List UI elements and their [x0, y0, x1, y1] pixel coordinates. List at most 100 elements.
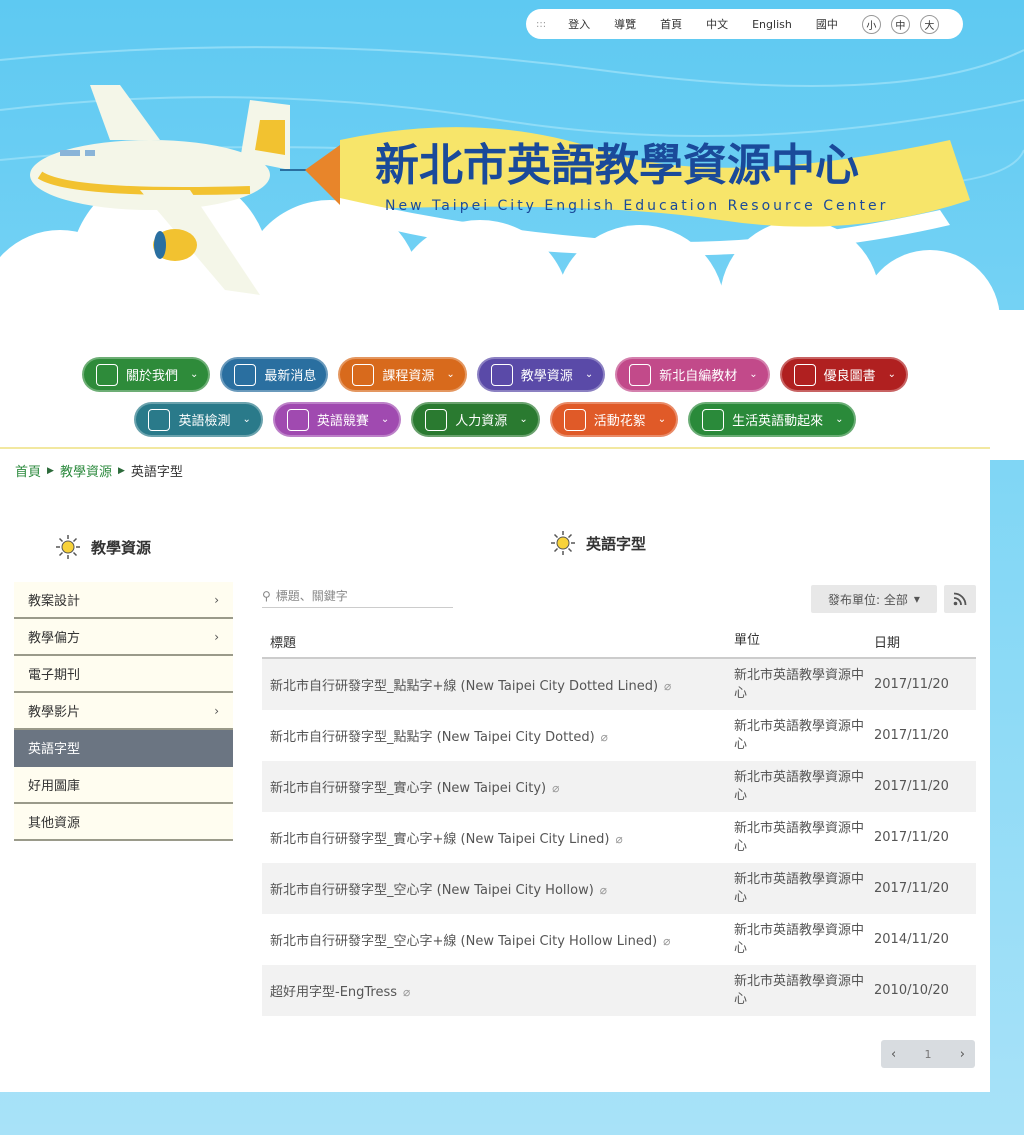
sidebar-item-image-library[interactable]: 好用圖庫 — [14, 767, 233, 804]
paperclip-icon: ⌀ — [403, 985, 411, 999]
breadcrumb: 首頁 ▶ 教學資源 ▶ 英語字型 — [15, 461, 183, 480]
nav-english-test[interactable]: 英語檢測 ⌄ — [134, 402, 263, 437]
font-size-small-button[interactable]: 小 — [861, 14, 881, 34]
nav-latest-news[interactable]: 最新消息 — [220, 357, 329, 392]
chevron-down-icon: ⌄ — [380, 414, 390, 425]
font-size-medium-button[interactable]: 中 — [890, 14, 910, 34]
login-link[interactable]: 登入 — [568, 16, 590, 32]
table-row[interactable]: 新北市自行研發字型_實心字+線 (New Taipei City Lined) ⌀… — [262, 812, 976, 863]
sidebar-item-teaching-videos[interactable]: 教學影片 › — [14, 693, 233, 730]
nav-self-compiled-materials[interactable]: 新北自編教材 ⌄ — [615, 357, 770, 392]
paperclip-icon: ⌀ — [600, 730, 608, 744]
sidebar-item-english-fonts[interactable]: 英語字型 — [14, 730, 233, 767]
books-icon — [352, 363, 375, 386]
table-row[interactable]: 新北市自行研發字型_空心字 (New Taipei City Hollow) ⌀ … — [262, 863, 976, 914]
table-row[interactable]: 新北市自行研發字型_實心字 (New Taipei City) ⌀ 新北市英語教學… — [262, 761, 976, 812]
flag-icon — [563, 408, 586, 431]
building-icon — [95, 363, 118, 386]
chevron-down-icon: ⌄ — [519, 414, 528, 425]
paperclip-icon: ⌀ — [599, 883, 608, 897]
nav-good-books[interactable]: 優良圖書 ⌄ — [779, 357, 909, 392]
table-row[interactable]: 超好用字型-EngTress ⌀ 新北市英語教學資源中心 2010/10/20 — [262, 965, 976, 1016]
paperclip-icon: ⌀ — [552, 781, 560, 795]
junior-high-link[interactable]: 國中 — [816, 16, 838, 32]
site-logo-banner: 新北市英語教學資源中心 New Taipei City English Educ… — [30, 85, 970, 295]
main-nav: 關於我們 ⌄ 最新消息 課程資源 ⌄ 教學資源 ⌄ 新北自編教材 ⌄ 優良圖書 ⌄ 英語檢… — [0, 357, 990, 447]
column-title: 標題 — [270, 635, 297, 651]
sidebar-item-e-journal[interactable]: 電子期刊 — [14, 656, 233, 693]
nav-activity-highlights[interactable]: 活動花絮 ⌄ — [549, 402, 679, 437]
school-icon — [702, 408, 725, 431]
open-book-icon — [490, 363, 513, 386]
breadcrumb-home[interactable]: 首頁 — [15, 461, 41, 480]
nav-life-english[interactable]: 生活英語動起來 ⌄ — [688, 402, 856, 437]
rss-icon — [953, 592, 967, 606]
banner-title: 新北市英語教學資源中心 — [375, 140, 859, 191]
nav-divider — [0, 447, 990, 449]
sidebar: 教案設計 › 教學偏方 › 電子期刊 教學影片 › 英語字型 好用圖庫 其他資源 — [14, 582, 233, 841]
home-link[interactable]: 首頁 — [660, 16, 682, 32]
current-page[interactable]: 1 — [925, 1048, 932, 1061]
english-link[interactable]: English — [752, 18, 792, 31]
row-title-link[interactable]: 新北市自行研發字型_空心字 (New Taipei City Hollow) — [270, 883, 594, 898]
caret-down-icon: ▾ — [913, 592, 920, 606]
font-size-large-button[interactable]: 大 — [919, 14, 939, 34]
row-title-link[interactable]: 新北市自行研發字型_空心字+線 (New Taipei City Hollow … — [270, 934, 657, 949]
nav-english-contest[interactable]: 英語競賽 ⌄ — [272, 402, 402, 437]
chinese-link[interactable]: 中文 — [706, 16, 728, 32]
row-title-link[interactable]: 新北市自行研發字型_實心字+線 (New Taipei City Lined) — [270, 832, 609, 847]
next-page-button[interactable]: › — [960, 1047, 965, 1062]
row-title-link[interactable]: 新北市自行研發字型_點點字+線 (New Taipei City Dotted … — [270, 679, 658, 694]
table-row[interactable]: 新北市自行研發字型_點點字+線 (New Taipei City Dotted … — [262, 659, 976, 710]
chevron-down-icon: ⌄ — [242, 414, 251, 425]
nav-course-resources[interactable]: 課程資源 ⌄ — [338, 357, 467, 392]
breadcrumb-current: 英語字型 — [130, 465, 183, 480]
sidebar-item-lesson-design[interactable]: 教案設計 › — [14, 582, 233, 619]
breadcrumb-teaching-resources[interactable]: 教學資源 — [60, 461, 112, 480]
resource-table: 標題 單位 日期 新北市自行研發字型_點點字+線 (New Taipei Cit… — [262, 625, 976, 1016]
book-icon — [793, 363, 816, 386]
nav-teaching-resources[interactable]: 教學資源 ⌄ — [476, 357, 606, 392]
chevron-down-icon: ⌄ — [835, 414, 844, 425]
row-title-link[interactable]: 新北市自行研發字型_實心字 (New Taipei City) — [270, 781, 546, 796]
paperclip-icon: ⌀ — [663, 934, 671, 948]
paperclip-icon: ⌀ — [615, 832, 623, 846]
triangle-right-icon: ▶ — [47, 465, 54, 476]
search-placeholder: 標題、關鍵字 — [275, 589, 348, 603]
rss-button[interactable] — [944, 585, 976, 613]
sidebar-item-teaching-tips[interactable]: 教學偏方 › — [14, 619, 233, 656]
paperclip-icon: ⌀ — [664, 679, 672, 693]
chevron-down-icon: ⌄ — [446, 369, 455, 380]
person-icon — [425, 408, 448, 431]
airplane-illustration — [30, 85, 290, 295]
chevron-right-icon: › — [214, 592, 219, 607]
triangle-right-icon: ▶ — [117, 465, 125, 476]
certificate-icon — [286, 408, 309, 431]
table-row[interactable]: 新北市自行研發字型_空心字+線 (New Taipei City Hollow … — [262, 914, 976, 965]
sun-icon — [56, 535, 80, 559]
banner-subtitle: New Taipei City English Education Resour… — [385, 198, 888, 214]
chevron-down-icon: ⌄ — [749, 369, 758, 380]
row-title-link[interactable]: 新北市自行研發字型_點點字 (New Taipei City Dotted) — [270, 730, 595, 745]
accesskey-marker[interactable]: ::: — [536, 19, 546, 30]
nav-human-resources[interactable]: 人力資源 ⌄ — [411, 402, 540, 437]
row-title-link[interactable]: 超好用字型-EngTress — [270, 985, 397, 1000]
publisher-filter-dropdown[interactable]: 發布單位: 全部 ▾ — [811, 585, 937, 613]
pagination: ‹ 1 › — [881, 1040, 975, 1068]
search-input[interactable]: ⚲ 標題、關鍵字 — [262, 584, 453, 608]
sitemap-link[interactable]: 導覽 — [614, 16, 636, 32]
prev-page-button[interactable]: ‹ — [891, 1047, 896, 1062]
chevron-down-icon: ⌄ — [584, 369, 594, 380]
table-header: 標題 單位 日期 — [262, 625, 976, 659]
sun-icon — [551, 531, 575, 555]
column-date: 日期 — [874, 635, 901, 651]
column-unit: 單位 — [734, 633, 761, 648]
chevron-down-icon: ⌄ — [887, 369, 897, 380]
sidebar-item-other-resources[interactable]: 其他資源 — [14, 804, 233, 841]
table-row[interactable]: 新北市自行研發字型_點點字 (New Taipei City Dotted) ⌀ … — [262, 710, 976, 761]
nav-about-us[interactable]: 關於我們 ⌄ — [81, 357, 211, 392]
chevron-down-icon: ⌄ — [189, 369, 199, 380]
abc-board-icon — [148, 408, 171, 431]
search-icon: ⚲ — [262, 588, 271, 603]
sidebar-title: 教學資源 — [55, 534, 151, 560]
